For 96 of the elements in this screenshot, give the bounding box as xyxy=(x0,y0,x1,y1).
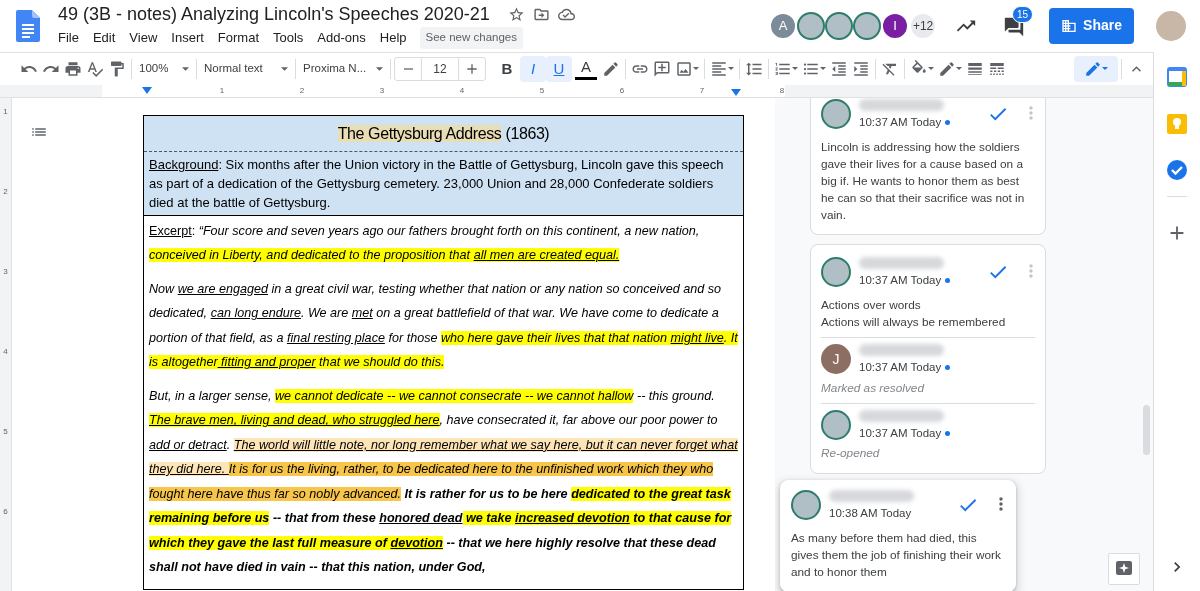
print-icon xyxy=(64,59,82,78)
right-indent-marker-icon[interactable] xyxy=(731,88,741,96)
avatar-photo xyxy=(821,410,851,441)
avatar-photo xyxy=(791,490,821,521)
avatar-photo xyxy=(821,257,851,287)
ruler-number: 2 xyxy=(299,85,305,95)
ruler-number: 6 xyxy=(619,85,625,95)
caret-icon xyxy=(820,67,826,71)
avatar-photo[interactable] xyxy=(797,11,826,40)
align-icon xyxy=(710,59,728,78)
background-paragraph: Background: Six months after the Union victory in the Battle of Gettysburg, Lincoln gave this speech as part of a dedication of the Gettysburg cemetery. 23,000 Union and 28,000 Confederate soldiers died at the battle of Gettysburg. xyxy=(149,155,725,212)
comment-card[interactable]: 10:37 AM Today Lincoln is addressing how the soldiers gave their lives for a cause based on a big if. He wants to honor them as best he can so that their sacrifice was not in vain. xyxy=(810,97,1046,235)
indent-marker-icon[interactable] xyxy=(142,86,152,94)
menu-item[interactable]: Tools xyxy=(266,27,311,49)
pencil-icon xyxy=(1084,59,1102,78)
comment-time: 10:37 AM Today xyxy=(859,426,942,442)
menu-item[interactable]: Add-ons xyxy=(310,27,373,49)
ruler-number: 1 xyxy=(2,105,9,118)
caret-icon xyxy=(1102,67,1108,71)
comment-count-badge: 15 xyxy=(1011,5,1034,23)
table-title: The Gettysburg Address (1863) xyxy=(337,123,550,144)
scrollbar-thumb[interactable] xyxy=(1143,404,1150,455)
collaborator-avatar[interactable]: I xyxy=(881,11,910,40)
menu-item[interactable]: Help xyxy=(372,27,414,49)
ruler-number: 5 xyxy=(539,85,545,95)
calendar-icon[interactable] xyxy=(1167,66,1187,87)
comment-time: 10:37 AM Today xyxy=(859,360,942,376)
ruler-number: 3 xyxy=(2,265,9,278)
caret-icon xyxy=(928,67,934,71)
ruler-number: 4 xyxy=(2,345,9,358)
add-comment-icon xyxy=(653,59,671,78)
style-dropdown[interactable]: Normal text xyxy=(200,55,292,82)
italic-button[interactable]: I xyxy=(520,55,546,82)
bold-button[interactable]: B xyxy=(494,55,520,82)
comment-text: As many before them had died, this gives them the job of finishing their work and to honor them xyxy=(791,530,1002,582)
commenter-avatar: J xyxy=(821,344,851,375)
avatar-photo[interactable] xyxy=(853,11,882,40)
tasks-icon[interactable] xyxy=(1166,158,1188,181)
comment-card[interactable]: 10:38 AM Today As many before them had died, this gives them the job of finishing their work and to honor them xyxy=(780,480,1016,591)
highlight-icon xyxy=(602,59,620,78)
comment-text: Actions will always be remembered xyxy=(821,314,1007,332)
comment-text: Actions over words xyxy=(821,297,922,315)
star-icon[interactable] xyxy=(507,5,525,23)
document-title[interactable]: 49 (3B - notes) Analyzing Lincoln's Speeches 2020-21 xyxy=(58,3,490,26)
menu-item[interactable]: Insert xyxy=(164,27,211,49)
caret-icon xyxy=(728,67,734,71)
ruler-number: 2 xyxy=(2,185,9,198)
share-icon xyxy=(1061,17,1078,34)
paint-format-icon xyxy=(108,59,126,78)
reply-action: Marked as resolved xyxy=(821,379,926,397)
caret-icon xyxy=(693,67,699,71)
more-collaborators[interactable]: +12 xyxy=(909,11,938,40)
menu-item[interactable]: View xyxy=(122,27,165,49)
menu-item[interactable]: File xyxy=(51,27,86,49)
avatar-photo[interactable] xyxy=(825,11,854,40)
collapse-toolbar-icon xyxy=(1131,65,1141,72)
caret-icon xyxy=(792,67,798,71)
comment-text: Lincoln is addressing how the soldiers gave their lives for a cause based on a big if. He wants to honor them as best he can so that their sacrifice was not in vain. xyxy=(821,139,1026,224)
caret-icon xyxy=(182,66,189,71)
explore-button[interactable] xyxy=(1108,552,1140,585)
caret-icon xyxy=(281,66,288,71)
ruler-number: 4 xyxy=(459,85,465,95)
menu-item[interactable]: Format xyxy=(210,27,266,49)
decrease-indent-icon xyxy=(830,59,848,78)
caret-icon xyxy=(956,67,962,71)
menu-item[interactable]: Edit xyxy=(85,27,123,49)
editing-mode-button[interactable] xyxy=(1074,55,1118,82)
see-new-changes-button[interactable]: See new changes xyxy=(419,27,523,49)
ruler-number: 5 xyxy=(2,425,9,438)
ruler-number: 8 xyxy=(779,85,785,95)
image-icon xyxy=(675,59,693,78)
comment-card[interactable]: 10:37 AM Today Actions over words Actions will always be remembered J 10:37 AM Today Marked as resolved 10:37 AM Today Re-opened xyxy=(810,244,1046,475)
comment-time: 10:38 AM Today xyxy=(829,506,912,522)
underline-button[interactable]: U xyxy=(546,55,572,82)
border-color-icon xyxy=(938,59,956,78)
caret-icon xyxy=(376,66,383,71)
minus-icon xyxy=(403,67,413,70)
spellcheck-icon xyxy=(86,59,104,78)
increase-indent-icon xyxy=(852,59,870,78)
collaborator-avatar[interactable]: A xyxy=(769,11,798,40)
docs-logo-icon[interactable] xyxy=(16,9,40,42)
avatar-photo xyxy=(821,98,851,129)
font-dropdown[interactable]: Proxima N... xyxy=(299,55,387,82)
ruler-number: 6 xyxy=(2,505,9,518)
comment-time: 10:37 AM Today xyxy=(859,114,942,130)
share-button[interactable]: Share xyxy=(1049,7,1134,44)
zoom-dropdown[interactable]: 100% xyxy=(135,55,193,82)
ruler-number: 1 xyxy=(219,85,225,95)
sparkle-icon xyxy=(1115,559,1133,578)
ruler-number: 3 xyxy=(379,85,385,95)
ruler-number: 7 xyxy=(699,85,705,95)
text-color-button[interactable]: A xyxy=(575,57,597,80)
excerpt-paragraph: Excerpt: “Four score and seven years ago our fathers brought forth on this continent, a new nation, conceived in Liberty, and dedicated to the proposition that all men are created equal. xyxy=(149,222,701,265)
comment-time: 10:37 AM Today xyxy=(859,273,942,288)
reply-action: Re-opened xyxy=(821,445,881,463)
excerpt-paragraph: Now we are engaged in a great civil war, testing whether that nation or any nation so conceived and so dedicated, can long endure. We are met on a great battlefield of that war. We have come to dedicate a portion of that field, as a final resting place for those who here gave their lives that that nation might live. It is altogether fitting and proper that we should do this. xyxy=(149,280,738,372)
